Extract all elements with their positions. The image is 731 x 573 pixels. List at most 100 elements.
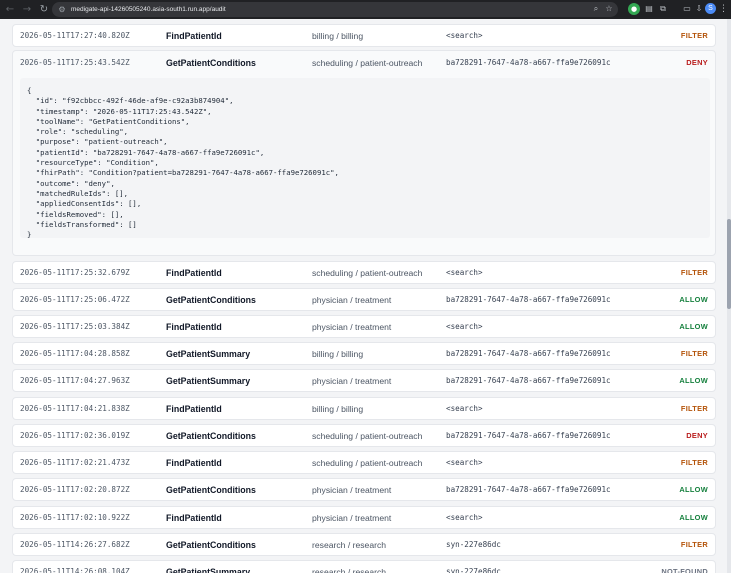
row-tool-name: FindPatientId — [166, 322, 222, 332]
row-tool-name: GetPatientConditions — [166, 540, 256, 550]
row-role-purpose: research / research — [312, 540, 387, 550]
row-tool-name: FindPatientId — [166, 513, 222, 523]
row-timestamp: 2026-05-11T17:02:21.473Z — [20, 458, 130, 467]
row-resource: syn-227e86dc — [446, 567, 501, 573]
row-tool-name: GetPatientConditions — [166, 58, 256, 68]
row-outcome-badge: DENY — [686, 431, 708, 440]
row-timestamp: 2026-05-11T17:02:10.922Z — [20, 513, 130, 522]
row-timestamp: 2026-05-11T14:26:27.682Z — [20, 540, 130, 549]
audit-row[interactable]: 2026-05-11T17:27:40.820Z FindPatientId b… — [12, 24, 716, 47]
row-role-purpose: physician / treatment — [312, 513, 392, 523]
browser-toolbar: ← → ↻ ⚙ medigate-api-14260505240.asia-so… — [0, 0, 731, 19]
audit-row[interactable]: 2026-05-11T14:26:08.104Z GetPatientSumma… — [12, 560, 716, 573]
row-resource: <search> — [446, 458, 483, 467]
row-resource: ba728291-7647-4a78-a667-ffa9e726091c — [446, 58, 611, 67]
row-outcome-badge: FILTER — [680, 31, 708, 40]
site-info-icon[interactable]: ⚙ — [57, 5, 67, 15]
row-tool-name: GetPatientConditions — [166, 431, 256, 441]
row-role-purpose: scheduling / patient-outreach — [312, 268, 423, 278]
row-tool-name: FindPatientId — [166, 268, 222, 278]
row-role-purpose: scheduling / patient-outreach — [312, 58, 423, 68]
row-role-purpose: research / research — [312, 567, 387, 573]
entry-detail-json-text: { "id": "f92cbbcc-492f-46de-af9e-c92a3b8… — [27, 86, 339, 240]
url-text[interactable]: medigate-api-14260505240.asia-south1.run… — [71, 6, 226, 13]
row-outcome-badge: ALLOW — [679, 485, 708, 494]
row-tool-name: GetPatientSummary — [166, 349, 251, 359]
entry-detail-json: { "id": "f92cbbcc-492f-46de-af9e-c92a3b8… — [20, 78, 710, 240]
row-outcome-badge: NOT-FOUND — [661, 567, 708, 573]
row-timestamp: 2026-05-11T17:25:32.679Z — [20, 268, 130, 277]
row-resource: <search> — [446, 322, 483, 331]
row-tool-name: FindPatientId — [166, 458, 222, 468]
row-outcome-badge: FILTER — [680, 458, 708, 467]
audit-row[interactable]: 2026-05-11T17:25:32.679Z FindPatientId s… — [12, 261, 716, 284]
row-role-purpose: scheduling / patient-outreach — [312, 458, 423, 468]
profile-avatar[interactable]: S — [705, 3, 716, 14]
zoom-icon[interactable]: ⌕ — [591, 4, 601, 14]
row-timestamp: 2026-05-11T17:02:36.019Z — [20, 431, 130, 440]
row-resource: ba728291-7647-4a78-a667-ffa9e726091c — [446, 485, 611, 494]
row-outcome-badge: ALLOW — [679, 513, 708, 522]
audit-row[interactable]: 2026-05-11T14:26:27.682Z GetPatientCondi… — [12, 533, 716, 556]
row-timestamp: 2026-05-11T17:04:21.838Z — [20, 404, 130, 413]
row-timestamp: 2026-05-11T17:25:43.542Z — [20, 58, 130, 67]
row-outcome-badge: FILTER — [680, 404, 708, 413]
audit-row[interactable]: 2026-05-11T17:04:27.963Z GetPatientSumma… — [12, 369, 716, 392]
row-outcome-badge: FILTER — [680, 349, 708, 358]
page-scrollbar[interactable] — [727, 19, 731, 573]
bookmark-star-icon[interactable]: ☆ — [604, 4, 614, 14]
row-resource: ba728291-7647-4a78-a667-ffa9e726091c — [446, 431, 611, 440]
row-resource: syn-227e86dc — [446, 540, 501, 549]
row-timestamp: 2026-05-11T17:04:28.858Z — [20, 349, 130, 358]
row-timestamp: 2026-05-11T17:27:40.820Z — [20, 31, 130, 40]
row-timestamp: 2026-05-11T17:02:20.872Z — [20, 485, 130, 494]
row-resource: ba728291-7647-4a78-a667-ffa9e726091c — [446, 295, 611, 304]
audit-row[interactable]: 2026-05-11T17:02:36.019Z GetPatientCondi… — [12, 424, 716, 447]
row-outcome-badge: ALLOW — [679, 322, 708, 331]
extension-icon[interactable]: ▤ — [643, 3, 655, 15]
row-outcome-badge: DENY — [686, 58, 708, 67]
row-resource: <search> — [446, 31, 483, 40]
row-role-purpose: physician / treatment — [312, 485, 392, 495]
extensions-puzzle-icon[interactable]: ⧉ — [657, 3, 669, 15]
row-outcome-badge: FILTER — [680, 268, 708, 277]
audit-row[interactable]: 2026-05-11T17:25:06.472Z GetPatientCondi… — [12, 288, 716, 311]
extension-icon[interactable]: ● — [628, 3, 640, 15]
row-role-purpose: billing / billing — [312, 404, 364, 414]
row-role-purpose: physician / treatment — [312, 295, 392, 305]
audit-row-expanded[interactable]: 2026-05-11T17:25:43.542Z GetPatientCondi… — [12, 50, 716, 256]
audit-row[interactable]: 2026-05-11T17:02:10.922Z FindPatientId p… — [12, 506, 716, 529]
browser-menu-icon[interactable]: ⋮ — [719, 3, 728, 15]
address-bar[interactable]: ⚙ medigate-api-14260505240.asia-south1.r… — [52, 2, 618, 17]
audit-row[interactable]: 2026-05-11T17:02:21.473Z FindPatientId s… — [12, 451, 716, 474]
row-outcome-badge: ALLOW — [679, 295, 708, 304]
audit-row[interactable]: 2026-05-11T17:25:03.384Z FindPatientId p… — [12, 315, 716, 338]
row-tool-name: GetPatientConditions — [166, 485, 256, 495]
scrollbar-thumb[interactable] — [727, 219, 731, 309]
row-tool-name: GetPatientSummary — [166, 567, 251, 573]
audit-log-list: 2026-05-11T17:27:40.820Z FindPatientId b… — [0, 19, 727, 573]
row-resource: <search> — [446, 404, 483, 413]
row-timestamp: 2026-05-11T17:25:06.472Z — [20, 295, 130, 304]
row-resource: <search> — [446, 513, 483, 522]
back-icon[interactable]: ← — [3, 3, 17, 17]
audit-row[interactable]: 2026-05-11T17:04:21.838Z FindPatientId b… — [12, 397, 716, 420]
row-tool-name: FindPatientId — [166, 31, 222, 41]
row-role-purpose: physician / treatment — [312, 322, 392, 332]
row-outcome-badge: ALLOW — [679, 376, 708, 385]
audit-row[interactable]: 2026-05-11T17:04:28.858Z GetPatientSumma… — [12, 342, 716, 365]
audit-row[interactable]: 2026-05-11T17:02:20.872Z GetPatientCondi… — [12, 478, 716, 501]
row-resource: <search> — [446, 268, 483, 277]
row-timestamp: 2026-05-11T17:25:03.384Z — [20, 322, 130, 331]
row-role-purpose: physician / treatment — [312, 376, 392, 386]
reload-icon[interactable]: ↻ — [37, 3, 51, 17]
forward-icon[interactable]: → — [20, 3, 34, 17]
row-resource: ba728291-7647-4a78-a667-ffa9e726091c — [446, 349, 611, 358]
row-outcome-badge: FILTER — [680, 540, 708, 549]
row-tool-name: FindPatientId — [166, 404, 222, 414]
row-tool-name: GetPatientConditions — [166, 295, 256, 305]
tab-search-icon[interactable]: ▭ — [681, 3, 693, 15]
row-tool-name: GetPatientSummary — [166, 376, 251, 386]
download-icon[interactable]: ⇩ — [693, 3, 705, 15]
row-role-purpose: billing / billing — [312, 31, 364, 41]
